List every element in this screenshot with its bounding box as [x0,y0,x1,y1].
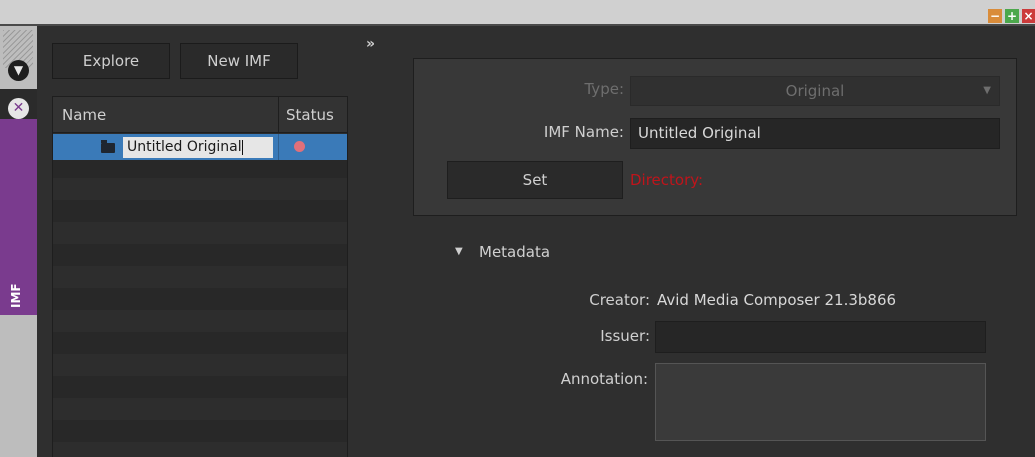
table-row-empty [53,178,347,200]
table-row-empty [53,442,347,457]
chevron-down-icon: ▼ [983,85,991,96]
minimize-button[interactable]: − [988,9,1002,23]
table-header: Name Status [53,97,347,133]
imf-name-label: IMF Name: [543,123,624,141]
table-row-empty [53,398,347,420]
table-row-empty [53,200,347,222]
new-imf-button[interactable]: New IMF [180,43,298,79]
table-row-empty [53,222,347,244]
metadata-section-title[interactable]: Metadata [479,243,550,261]
directory-label: Directory: [630,171,704,189]
status-dot-icon [294,141,305,152]
column-header-name[interactable]: Name [62,97,106,133]
table-row-empty [53,354,347,376]
set-directory-button[interactable]: Set [447,161,623,199]
close-tab-icon[interactable]: ✕ [8,98,29,119]
expand-panel-icon[interactable]: » [366,36,375,52]
title-bar [0,0,1035,24]
type-label: Type: [584,80,624,98]
imf-tab-label[interactable]: IMF [9,276,29,316]
imf-settings-panel: Type: Original ▼ IMF Name: Untitled Orig… [413,58,1017,216]
issuer-label: Issuer: [600,327,650,345]
collapse-panel-icon[interactable]: ▼ [8,60,29,81]
annotation-label: Annotation: [560,370,648,388]
row-name-input[interactable]: Untitled Original [123,137,273,158]
row-column-divider [278,134,279,160]
table-row-empty [53,288,347,310]
creator-value: Avid Media Composer 21.3b866 [657,291,897,309]
explore-button[interactable]: Explore [52,43,170,79]
type-select-value: Original [785,82,845,100]
annotation-textarea[interactable] [655,363,986,441]
table-row-empty [53,266,347,288]
column-divider[interactable] [278,97,279,133]
title-bar-divider [0,24,1035,26]
maximize-button[interactable]: + [1005,9,1019,23]
creator-label: Creator: [589,291,650,309]
close-window-button[interactable]: × [1022,9,1035,23]
table-row-empty [53,244,347,266]
table-row-selected[interactable]: Untitled Original [53,134,347,160]
imf-name-input[interactable]: Untitled Original [630,118,1000,149]
issuer-input[interactable] [655,321,986,353]
side-strip: ▼ ✕ IMF [0,26,37,457]
table-row-empty [53,376,347,398]
table-row-empty [53,310,347,332]
bin-table: Name Status Untitled Original [52,96,348,457]
table-row-empty [53,420,347,442]
type-select[interactable]: Original ▼ [630,76,1000,106]
imf-window: − + × ▼ ✕ IMF Explore New IMF Name Statu… [0,0,1035,457]
folder-icon [101,140,115,153]
column-header-status[interactable]: Status [286,97,334,133]
table-row-empty [53,332,347,354]
metadata-toggle-icon[interactable]: ▼ [455,246,463,257]
table-body [53,134,347,457]
text-caret [241,139,243,155]
